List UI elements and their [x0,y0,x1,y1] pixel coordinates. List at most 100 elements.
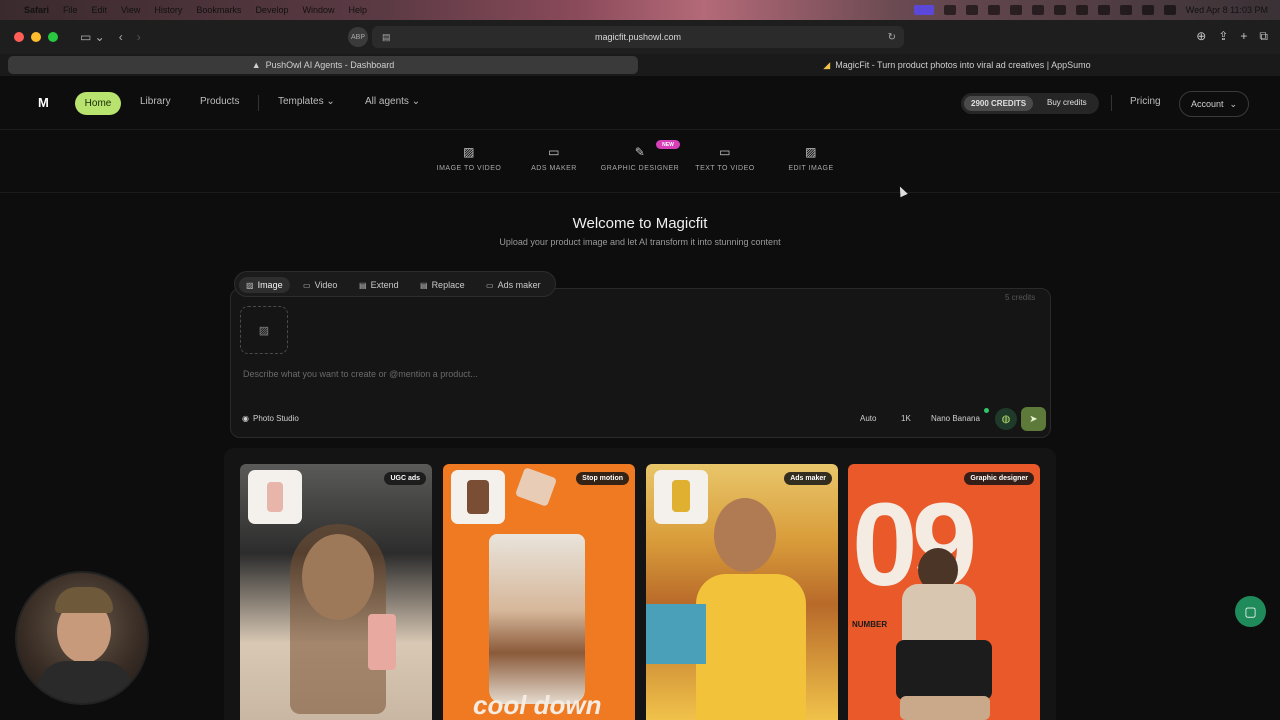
mode-tabs: ▨ Image ▭ Video ▤ Extend ▤ Replace ▭ Ads… [234,271,556,297]
sparkle-icon: ◍ [1001,413,1011,425]
user-icon[interactable] [1009,5,1022,15]
product-thumbnail [451,470,505,524]
tab-title: MagicFit - Turn product photos into vira… [835,60,1091,70]
account-label: Account [1190,99,1224,109]
cloud-icon[interactable] [965,5,978,15]
status-icon[interactable] [943,5,956,15]
new-tab-icon[interactable]: + [1240,29,1247,44]
prompt-composer [230,288,1051,438]
gallery-card-stop-motion[interactable]: cool down Stop motion [443,464,635,720]
close-window-button[interactable] [14,32,24,42]
nav-home[interactable]: Home [75,92,121,115]
app-status-icon[interactable] [987,5,1000,15]
tab-appsumo-magicfit[interactable]: ◢ MagicFit - Turn product photos into vi… [642,56,1272,74]
nav-divider [1111,95,1112,111]
macos-menu-bar: Safari File Edit View History Bookmarks … [0,0,1280,20]
nav-library[interactable]: Library [140,96,171,107]
page-subtitle: Upload your product image and let AI tra… [499,237,781,247]
presenter-shirt-image [37,661,133,703]
menu-file[interactable]: File [63,5,78,15]
adblock-icon[interactable]: ABP [348,27,368,47]
menu-develop[interactable]: Develop [255,5,288,15]
add-image-icon: ▨ [258,324,270,337]
nav-templates[interactable]: Templates ⌄ [278,96,335,107]
menu-history[interactable]: History [154,5,182,15]
mode-tab-replace[interactable]: ▤ Replace [420,277,465,293]
menu-bookmarks[interactable]: Bookmarks [196,5,241,15]
back-icon[interactable]: ‹ [119,30,123,44]
yellow-dress-image [696,574,806,720]
iced-coffee-glass-image [489,534,585,704]
upload-image-button[interactable]: ▨ [240,306,288,354]
buy-credits-button[interactable]: Buy credits [1047,98,1087,107]
monitor-icon: ▭ [486,280,494,290]
url-bar[interactable]: ▤ magicfit.pushowl.com ↻ [372,26,904,48]
downloads-icon[interactable]: ⊕ [1196,29,1206,44]
control-center-icon[interactable] [1163,5,1176,15]
menubar-clock[interactable]: Wed Apr 8 11:03 PM [1186,5,1268,15]
minimize-window-button[interactable] [31,32,41,42]
battery-icon[interactable] [1075,5,1088,15]
account-menu-button[interactable]: Account ⌄ [1179,91,1249,117]
menu-edit[interactable]: Edit [92,5,108,15]
mode-tab-video[interactable]: ▭ Video [303,277,337,293]
aspect-ratio-select[interactable]: Auto [860,414,876,423]
spotlight-search-icon[interactable] [1141,5,1154,15]
nav-products[interactable]: Products [200,96,239,107]
nav-all-agents[interactable]: All agents ⌄ [365,96,420,107]
serum-bottle-image [368,614,396,670]
share-icon[interactable]: ⇪ [1218,29,1228,44]
chevron-down-icon: ⌄ [326,96,335,107]
resolution-select[interactable]: 1K [901,414,911,423]
model-select[interactable]: Nano Banana [931,414,980,423]
zoom-window-button[interactable] [48,32,58,42]
gallery-card-ugc-ads[interactable]: UGC ads [240,464,432,720]
photo-studio-button[interactable]: ◉ Photo Studio [242,414,299,423]
mode-tab-label: Image [257,280,283,290]
chat-support-button[interactable]: ▢ [1235,596,1266,627]
ice-cube-image [514,467,558,507]
webcam-overlay [15,571,149,705]
credit-cost-label: 5 credits [1005,293,1036,302]
menu-window[interactable]: Window [302,5,334,15]
reader-icon[interactable]: ▤ [382,32,391,43]
wifi-icon[interactable] [1097,5,1110,15]
menu-app-name[interactable]: Safari [24,5,49,15]
siri-icon[interactable] [1119,5,1132,15]
tools-row: ▨ IMAGE TO VIDEO ▭ ADS MAKER ✎ GRAPHIC D… [0,131,1280,193]
tool-edit-image[interactable]: ▨ EDIT IMAGE [756,145,866,172]
tab-overview-icon[interactable]: ⧉ [1259,29,1268,44]
send-button[interactable]: ➤ [1021,407,1046,431]
sidebar-toggle-icon[interactable]: ▭ ⌄ [80,30,105,44]
nav-pricing[interactable]: Pricing [1130,96,1161,107]
card-tag: Ads maker [784,472,832,485]
reload-icon[interactable]: ↻ [888,32,896,43]
mode-tab-image[interactable]: ▨ Image [239,277,290,293]
enhance-prompt-button[interactable]: ◍ [995,408,1017,430]
status-dot [984,408,989,413]
serum-bottle-image [267,482,283,512]
volume-icon[interactable] [1031,5,1044,15]
screen-record-icon[interactable] [913,5,934,15]
tab-pushowl-dashboard[interactable]: ▲ PushOwl AI Agents - Dashboard [8,56,638,74]
forward-icon[interactable]: › [137,30,141,44]
menu-help[interactable]: Help [348,5,367,15]
send-icon: ➤ [1029,413,1038,425]
tool-label: TEXT TO VIDEO [695,165,755,172]
product-thumbnail [654,470,708,524]
prompt-input[interactable] [243,369,843,379]
mode-tab-ads-maker[interactable]: ▭ Ads maker [486,277,541,293]
pushowl-favicon-icon: ▲ [251,60,261,70]
mode-tab-label: Extend [370,280,399,290]
menu-view[interactable]: View [121,5,140,15]
mode-tab-extend[interactable]: ▤ Extend [359,277,399,293]
gallery-card-ads-maker[interactable]: Ads maker [646,464,838,720]
magicfit-logo[interactable]: M [38,95,52,111]
video-camera-icon: ▭ [303,280,311,290]
appsumo-favicon-icon: ◢ [823,59,831,70]
tool-label: GRAPHIC DESIGNER [600,165,680,172]
image-icon: ▨ [246,280,254,290]
bluetooth-icon[interactable] [1053,5,1066,15]
tool-label: IMAGE TO VIDEO [436,165,502,172]
gallery-card-graphic-designer[interactable]: 09 NUMBER Graphic designer [848,464,1040,720]
